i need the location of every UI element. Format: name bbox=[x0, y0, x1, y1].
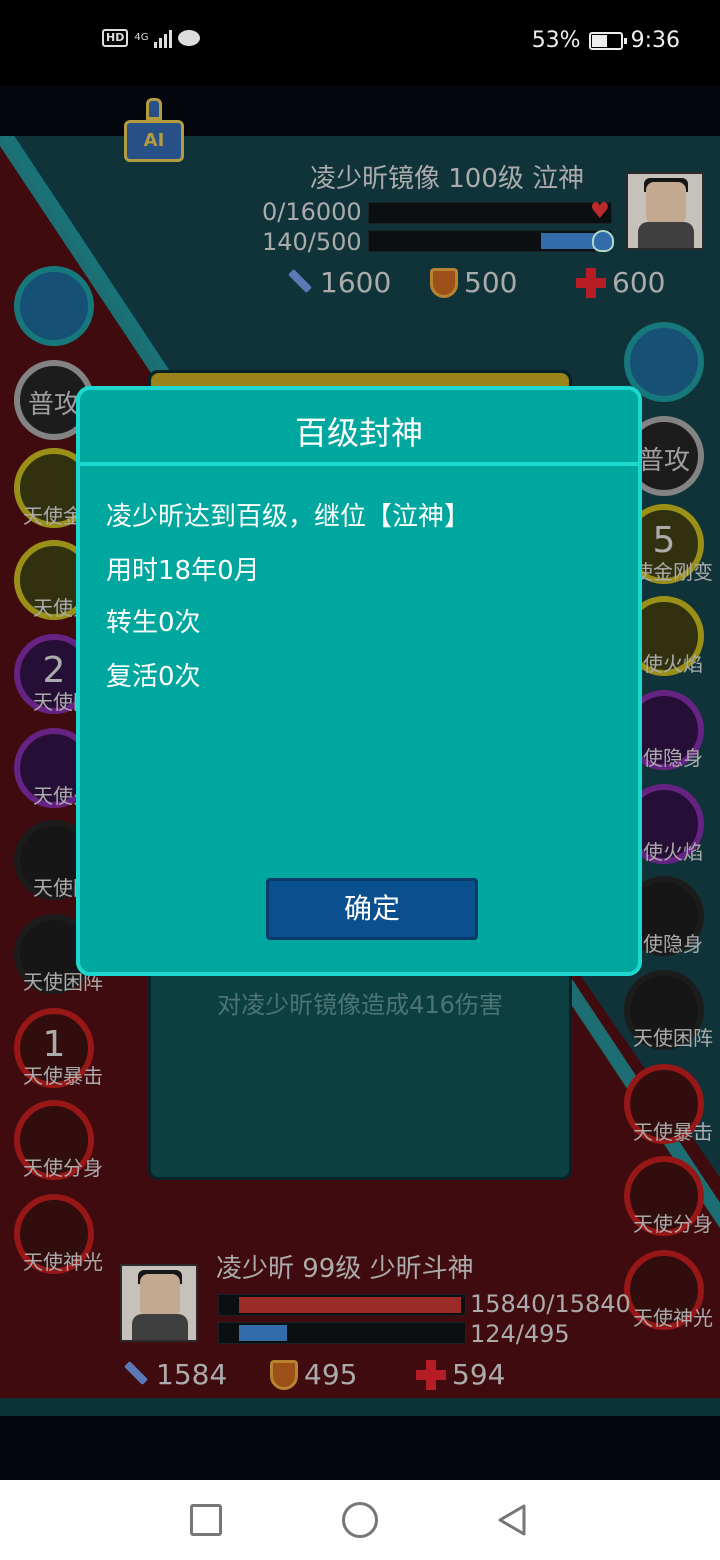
confirm-button[interactable]: 确定 bbox=[266, 878, 478, 940]
home-button[interactable] bbox=[342, 1502, 378, 1538]
signal-icon bbox=[154, 28, 173, 48]
battery-icon bbox=[588, 31, 627, 50]
status-bar: HD 4G 53% 9:36 bbox=[0, 0, 720, 86]
status-right: 53% 9:36 bbox=[532, 28, 680, 53]
battery-percent: 53% bbox=[531, 28, 581, 53]
recent-apps-button[interactable] bbox=[190, 1504, 222, 1536]
dialog-line-4: 复活0次 bbox=[106, 662, 201, 692]
hd-icon: HD bbox=[102, 29, 129, 47]
back-button[interactable] bbox=[494, 1502, 530, 1538]
dialog-line-2: 用时18年0月 bbox=[106, 556, 260, 586]
navigation-bar bbox=[0, 1480, 720, 1560]
status-left: HD 4G bbox=[102, 28, 201, 48]
dialog-line-3: 转生0次 bbox=[106, 608, 201, 638]
dialog-divider bbox=[80, 462, 638, 466]
level-up-dialog: 百级封神 凌少昕达到百级，继位【泣神】 用时18年0月 转生0次 复活0次 确定 bbox=[76, 386, 642, 976]
network-type: 4G bbox=[134, 32, 149, 43]
dialog-title: 百级封神 bbox=[294, 414, 423, 452]
clock: 9:36 bbox=[630, 28, 680, 53]
dialog-line-1: 凌少昕达到百级，继位【泣神】 bbox=[106, 502, 471, 532]
message-icon bbox=[178, 30, 201, 46]
